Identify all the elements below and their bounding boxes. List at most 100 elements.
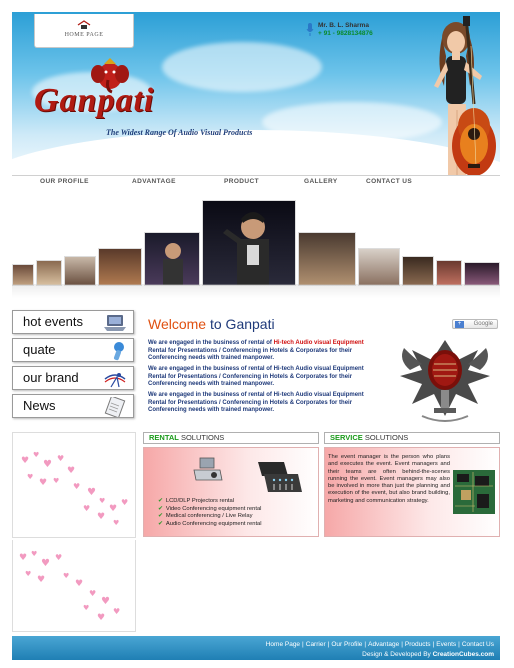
nav-product[interactable]: PRODUCT [224,178,259,185]
svg-text:♥: ♥ [57,454,64,463]
svg-text:♥: ♥ [97,613,105,623]
welcome-to-ganpati: to Ganpati [209,316,275,332]
circuit-board-image [453,470,495,514]
contact-info: Mr. B. L. Sharma + 91 - 9828134876 [306,22,373,38]
site-header: HOME PAGE Mr. B. L. Sharma + 91 - 982813… [12,12,500,188]
welcome-paragraph: We are engaged in the business of rental… [148,366,364,387]
contact-phone: + 91 - 9828134876 [318,30,373,37]
welcome-paragraph: We are engaged in the business of rental… [148,392,364,413]
footer-link-home-page[interactable]: Home Page [266,641,300,648]
svg-text:♥: ♥ [83,604,89,612]
svg-text:♥: ♥ [87,487,96,498]
nav-contact-us[interactable]: CONTACT US [366,178,412,185]
home-link[interactable]: HOME PAGE [34,14,134,48]
logo-tagline: The Widest Range Of Audio Visual Product… [106,128,253,137]
list-item: Medical conferencing / Live Relay [158,513,262,521]
list-item: Video Conferencing equipment rental [158,506,262,514]
svg-text:♥: ♥ [83,504,90,513]
credit-prefix: Design & Developed By [362,651,431,658]
welcome-paragraph: We are engaged in the business of rental… [148,340,370,363]
list-item: Audio Conferencing equipment rental [158,521,262,529]
welcome-heading: Welcome to Ganpati [148,316,275,332]
footer-link-contact-us[interactable]: Contact Us [462,641,494,648]
svg-text:♥: ♥ [25,570,31,578]
svg-text:♥: ♥ [99,497,105,505]
service-description: The event manager is the person who plan… [328,454,450,504]
performer-photo [223,212,269,285]
svg-text:♥: ♥ [101,596,110,607]
svg-text:♥: ♥ [63,572,69,580]
footer-link-our-profile[interactable]: Our Profile [331,641,362,648]
footer-link-advantage[interactable]: Advantage [368,641,399,648]
rental-solutions-panel: LCD/DLP Projectors rental Video Conferen… [143,447,319,537]
sidebar-item-label: hot events [23,314,83,329]
logo-wordmark: Ganpati [34,82,155,119]
gallery-thumb[interactable] [12,264,34,286]
gallery-thumb[interactable] [144,232,200,286]
google-plus-button[interactable]: + Google [452,319,498,329]
svg-text:♥: ♥ [121,498,128,507]
svg-text:♥: ♥ [55,553,62,562]
sidebar-item-quate[interactable]: quate [12,338,134,362]
hearts-decoration-box: ♥ ♥ ♥ ♥ ♥ ♥ ♥ ♥ ♥ ♥ ♥ ♥ ♥ ♥ ♥ ♥ [12,432,136,538]
svg-text:♥: ♥ [39,478,47,488]
gallery-thumb[interactable] [64,256,96,286]
svg-text:♥: ♥ [109,504,117,514]
para-text: Rental for Presentations / Conferencing … [148,347,353,362]
svg-text:♥: ♥ [27,473,33,481]
service-solutions-heading: SERVICE SOLUTIONS [324,432,500,444]
sidebar-item-hot-events[interactable]: hot events [12,310,134,334]
service-solutions-panel: The event manager is the person who plan… [324,447,500,537]
nav-our-profile[interactable]: OUR PROFILE [40,178,89,185]
svg-text:♥: ♥ [75,579,83,589]
sidebar-item-label: quate [23,342,56,357]
performer-photo [163,243,183,285]
svg-text:♥: ♥ [89,589,96,598]
footer-credit: Design & Developed By CreationCubes.com [362,651,494,658]
main-nav: OUR PROFILE ADVANTAGE PRODUCT GALLERY CO… [12,175,500,188]
sidebar-item-label: our brand [23,370,79,385]
gallery-thumb[interactable] [436,260,462,286]
gallery-thumb[interactable] [358,248,400,286]
site-logo[interactable]: Ganpati The Widest Range Of Audio Visual… [34,52,294,142]
nav-advantage[interactable]: ADVANTAGE [132,178,176,185]
laptop-icon [104,315,126,331]
welcome-word: Welcome [148,316,207,332]
brand-logo-icon [104,373,126,388]
para-text: We are engaged in the business of rental… [148,340,272,346]
gallery-thumb[interactable] [98,248,142,286]
gallery-thumb[interactable] [298,232,356,286]
nav-gallery[interactable]: GALLERY [304,178,338,185]
svg-text:♥: ♥ [31,550,37,558]
footer-link-events[interactable]: Events [436,641,456,648]
footer-link-products[interactable]: Products [405,641,431,648]
svg-text:♥: ♥ [73,482,80,491]
hearts-pattern: ♥ ♥ ♥ ♥ ♥ ♥ ♥ ♥ ♥ ♥ ♥ ♥ ♥ [19,550,120,623]
svg-text:♥: ♥ [33,451,39,459]
rental-solutions-heading: RENTAL SOLUTIONS [143,432,319,444]
svg-text:♥: ♥ [41,558,50,569]
gallery-thumb[interactable] [402,256,434,286]
heading-green: SERVICE [330,433,363,442]
svg-text:♥: ♥ [97,512,105,522]
vintage-microphone-art [400,340,490,422]
footer-links: Home Page | Carrier | Our Profile | Advantage |… [265,641,494,648]
svg-text:♥: ♥ [53,477,59,485]
photo-gallery-strip [12,196,500,298]
credit-brand-link[interactable]: CreationCubes.com [433,651,494,658]
gallery-thumb[interactable] [464,262,500,286]
woman-with-guitar-image [434,16,496,188]
gallery-thumb[interactable] [36,260,62,286]
audio-mixer-icon [258,462,302,492]
footer-link-carrier[interactable]: Carrier [306,641,326,648]
sidebar-item-our-brand[interactable]: our brand [12,366,134,390]
contact-name: Mr. B. L. Sharma [318,22,369,29]
sidebar-item-news[interactable]: News [12,394,134,418]
home-icon [77,20,91,29]
gallery-thumb-featured[interactable] [202,200,296,286]
home-label: HOME PAGE [64,32,104,38]
sidebar-item-label: News [23,398,56,413]
heading-rest: SOLUTIONS [180,433,225,442]
svg-text:♥: ♥ [19,553,27,563]
site-footer: Home Page | Carrier | Our Profile | Advantage |… [12,636,500,660]
